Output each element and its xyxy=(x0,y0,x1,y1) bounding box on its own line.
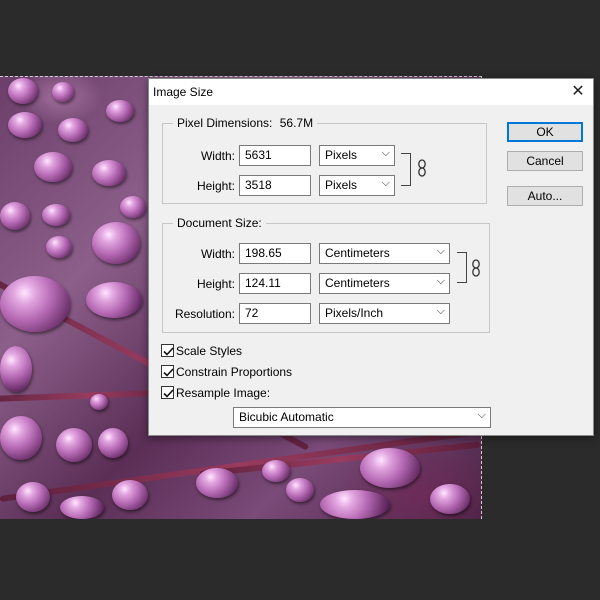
chevron-down-icon: ⌵ xyxy=(436,245,445,257)
water-droplet xyxy=(52,82,74,102)
water-droplet xyxy=(0,276,70,332)
dialog-title: Image Size xyxy=(153,85,214,99)
pixel-width-unit-value: Pixels xyxy=(325,148,358,162)
chevron-down-icon: ⌵ xyxy=(436,305,445,317)
water-droplet xyxy=(120,196,146,218)
resample-image-checkbox[interactable] xyxy=(161,386,174,399)
water-droplet xyxy=(430,484,470,514)
water-droplet xyxy=(106,100,134,122)
water-droplet xyxy=(320,490,390,519)
pixel-dimensions-size: 56.7M xyxy=(279,116,314,130)
water-droplet xyxy=(286,478,314,502)
scale-styles-label: Scale Styles xyxy=(176,344,243,358)
doc-width-label: Width: xyxy=(200,247,235,261)
chevron-down-icon: ⌵ xyxy=(436,275,445,287)
chevron-down-icon: ⌵ xyxy=(381,147,390,159)
water-droplet xyxy=(58,118,88,142)
checkmark-icon xyxy=(163,368,174,377)
constrain-proportions-checkbox[interactable] xyxy=(161,365,174,378)
resolution-unit-select[interactable]: Pixels/Inch ⌵ xyxy=(319,303,450,324)
pixel-width-field[interactable]: 5631 xyxy=(239,145,311,166)
doc-height-field[interactable]: 124.11 xyxy=(239,273,311,294)
doc-width-unit-select[interactable]: Centimeters ⌵ xyxy=(319,243,450,264)
pixel-dimensions-legend: Pixel Dimensions: 56.7M xyxy=(173,116,318,130)
water-droplet xyxy=(0,346,32,392)
resolution-field[interactable]: 72 xyxy=(239,303,311,324)
water-droplet xyxy=(360,448,420,488)
water-droplet xyxy=(262,460,290,482)
scale-styles-option[interactable]: Scale Styles xyxy=(161,344,242,358)
close-icon[interactable]: ✕ xyxy=(567,81,589,103)
pixel-height-unit-value: Pixels xyxy=(325,178,358,192)
pixel-height-unit-select[interactable]: Pixels ⌵ xyxy=(319,175,395,196)
doc-link-bracket xyxy=(457,252,467,283)
resolution-label: Resolution: xyxy=(174,307,235,321)
doc-height-unit-select[interactable]: Centimeters ⌵ xyxy=(319,273,450,294)
constrain-proportions-label: Constrain Proportions xyxy=(176,365,293,379)
water-droplet xyxy=(8,78,38,104)
auto-button[interactable]: Auto... xyxy=(507,186,583,206)
water-droplet xyxy=(92,222,140,264)
leaf-vein xyxy=(199,441,481,477)
chevron-down-icon: ⌵ xyxy=(381,177,390,189)
doc-height-unit-value: Centimeters xyxy=(325,276,390,290)
resample-image-label: Resample Image: xyxy=(176,386,271,400)
chevron-down-icon: ⌵ xyxy=(477,409,486,421)
checkmark-icon xyxy=(163,389,174,398)
water-droplet xyxy=(86,282,142,318)
ok-button[interactable]: OK xyxy=(507,122,583,142)
resolution-unit-value: Pixels/Inch xyxy=(325,306,384,320)
water-droplet xyxy=(92,160,126,186)
pixel-height-label: Height: xyxy=(196,179,235,193)
doc-height-label: Height: xyxy=(196,277,235,291)
image-size-dialog: Image Size ✕ Pixel Dimensions: 56.7M Wid… xyxy=(148,78,594,436)
water-droplet xyxy=(42,204,70,226)
dialog-titlebar[interactable]: Image Size ✕ xyxy=(149,79,593,105)
water-droplet xyxy=(16,482,50,512)
checkmark-icon xyxy=(163,347,174,356)
pixel-width-unit-select[interactable]: Pixels ⌵ xyxy=(319,145,395,166)
water-droplet xyxy=(60,496,104,519)
water-droplet xyxy=(0,202,30,230)
water-droplet xyxy=(8,112,42,138)
doc-width-field[interactable]: 198.65 xyxy=(239,243,311,264)
water-droplet xyxy=(196,468,238,498)
constrain-proportions-option[interactable]: Constrain Proportions xyxy=(161,365,292,379)
doc-width-unit-value: Centimeters xyxy=(325,246,390,260)
chain-link-icon xyxy=(418,159,426,177)
water-droplet xyxy=(90,394,108,410)
water-droplet xyxy=(56,428,92,462)
pixel-dimensions-label: Pixel Dimensions: xyxy=(177,116,273,130)
water-droplet xyxy=(34,152,72,182)
resample-image-option[interactable]: Resample Image: xyxy=(161,386,270,400)
pixel-width-label: Width: xyxy=(200,149,235,163)
document-size-legend: Document Size: xyxy=(173,216,266,230)
water-droplet xyxy=(98,428,128,458)
water-droplet xyxy=(0,416,42,460)
pixel-height-field[interactable]: 3518 xyxy=(239,175,311,196)
water-droplet xyxy=(112,480,148,510)
resample-method-value: Bicubic Automatic xyxy=(239,410,334,424)
scale-styles-checkbox[interactable] xyxy=(161,344,174,357)
pixel-link-bracket xyxy=(401,153,411,186)
resample-method-select[interactable]: Bicubic Automatic ⌵ xyxy=(233,407,491,428)
water-droplet xyxy=(46,236,72,258)
chain-link-icon xyxy=(472,259,480,277)
cancel-button[interactable]: Cancel xyxy=(507,151,583,171)
